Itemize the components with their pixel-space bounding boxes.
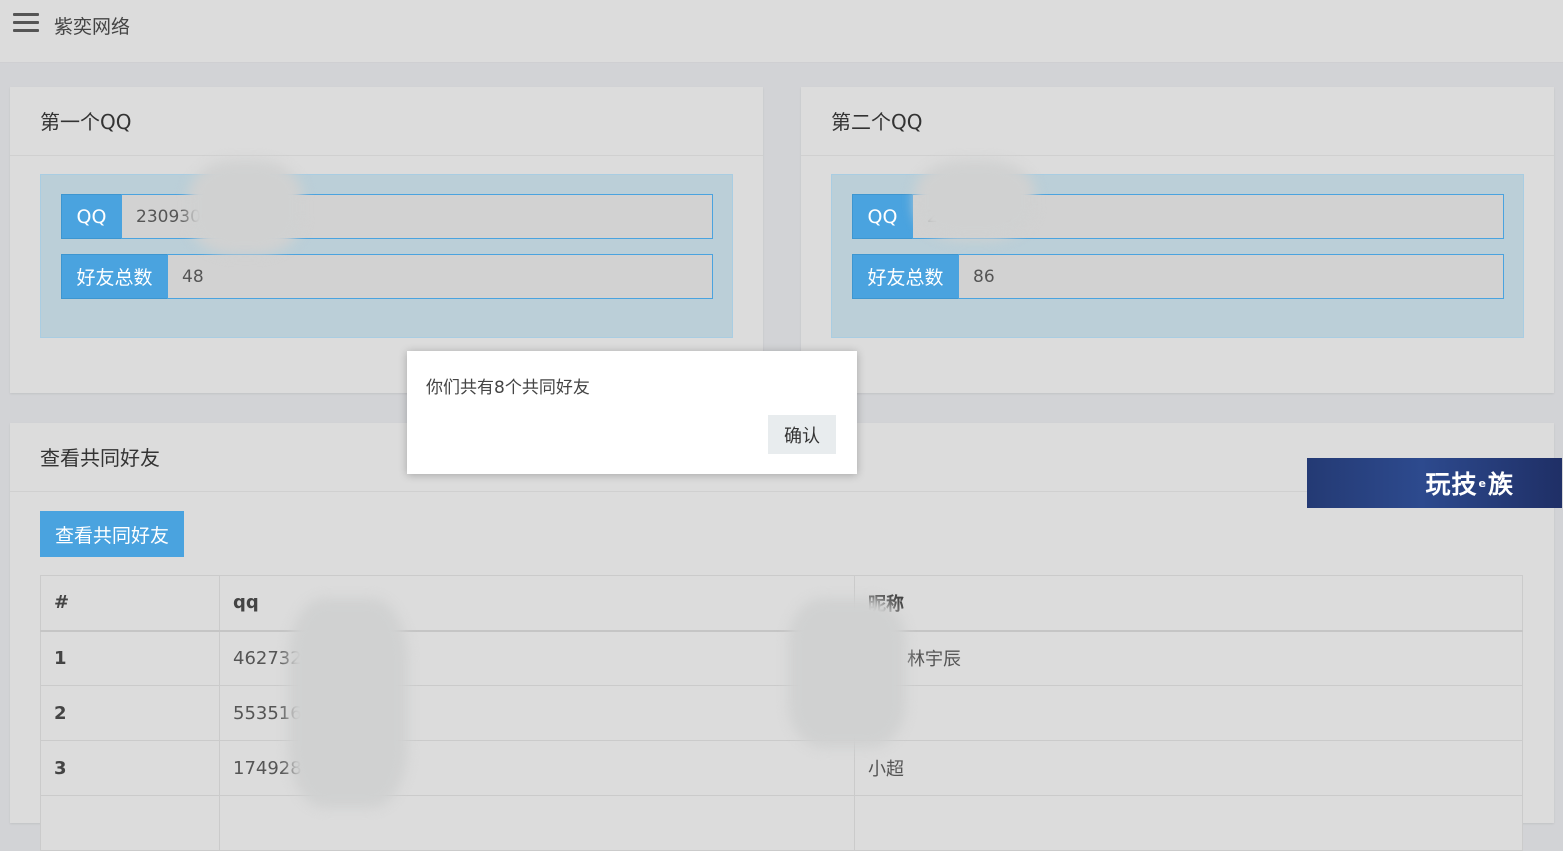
confirm-button[interactable]: 确认 (768, 415, 836, 454)
row-nickname (854, 685, 1523, 741)
row-qq: 553516 (219, 685, 855, 741)
brand-title: 紫奕网络 (54, 16, 131, 38)
dialog-message: 你们共有8个共同好友 (426, 378, 590, 398)
second-qq-panel: 第二个QQ QQ 2 925 好友总数 86 (801, 87, 1554, 393)
first-qq-label: QQ (61, 194, 121, 239)
alert-dialog: 你们共有8个共同好友 确认 (407, 351, 857, 474)
table-row: 2 553516 (40, 685, 1523, 741)
second-qq-title: 第二个QQ (801, 87, 1554, 156)
second-qq-info-box: QQ 2 925 好友总数 86 (831, 174, 1524, 338)
hamburger-menu-icon[interactable] (13, 13, 39, 33)
second-qq-input[interactable]: 2 925 (912, 194, 1504, 239)
row-index: 3 (40, 740, 220, 796)
row-nickname: 小超 (854, 740, 1523, 796)
column-header-nickname: 昵称 (854, 575, 1523, 632)
row-index: 2 (40, 685, 220, 741)
first-qq-info-box: QQ 2309300 好友总数 48 (40, 174, 733, 338)
watermark-text: 玩技 (1425, 470, 1478, 499)
table-row (40, 795, 1523, 851)
second-qq-label: QQ (852, 194, 912, 239)
first-qq-title: 第一个QQ (10, 87, 763, 156)
row-qq: 462732 (219, 630, 855, 686)
row-index: 1 (40, 630, 220, 686)
first-qq-input-group: QQ 2309300 (61, 194, 713, 239)
watermark-mini-text: e (1478, 476, 1487, 490)
first-qq-panel: 第一个QQ QQ 2309300 好友总数 48 (10, 87, 763, 393)
watermark-text-end: 族 (1487, 470, 1514, 499)
column-header-index: # (40, 575, 220, 632)
row-qq: 174928 (219, 740, 855, 796)
second-friends-count-label: 好友总数 (852, 254, 958, 299)
common-friends-table: # qq 昵称 1 462732 林宇辰 2 553516 3 174928 小… (40, 575, 1523, 851)
first-friends-count-input[interactable]: 48 (167, 254, 713, 299)
watermark-banner: 玩技 e 族 (1307, 458, 1562, 508)
column-header-qq: qq (219, 575, 855, 632)
first-friends-count-label: 好友总数 (61, 254, 167, 299)
first-friends-count-group: 好友总数 48 (61, 254, 713, 299)
table-row: 1 462732 林宇辰 (40, 630, 1523, 686)
second-friends-count-group: 好友总数 86 (852, 254, 1504, 299)
table-header-row: # qq 昵称 (40, 575, 1523, 632)
second-qq-input-group: QQ 2 925 (852, 194, 1504, 239)
table-row: 3 174928 小超 (40, 740, 1523, 796)
view-common-friends-button[interactable]: 查看共同好友 (40, 511, 184, 557)
first-qq-input[interactable]: 2309300 (121, 194, 713, 239)
top-bar: 紫奕网络 (0, 0, 1563, 63)
second-friends-count-input[interactable]: 86 (958, 254, 1504, 299)
row-nickname: 林宇辰 (854, 630, 1523, 686)
